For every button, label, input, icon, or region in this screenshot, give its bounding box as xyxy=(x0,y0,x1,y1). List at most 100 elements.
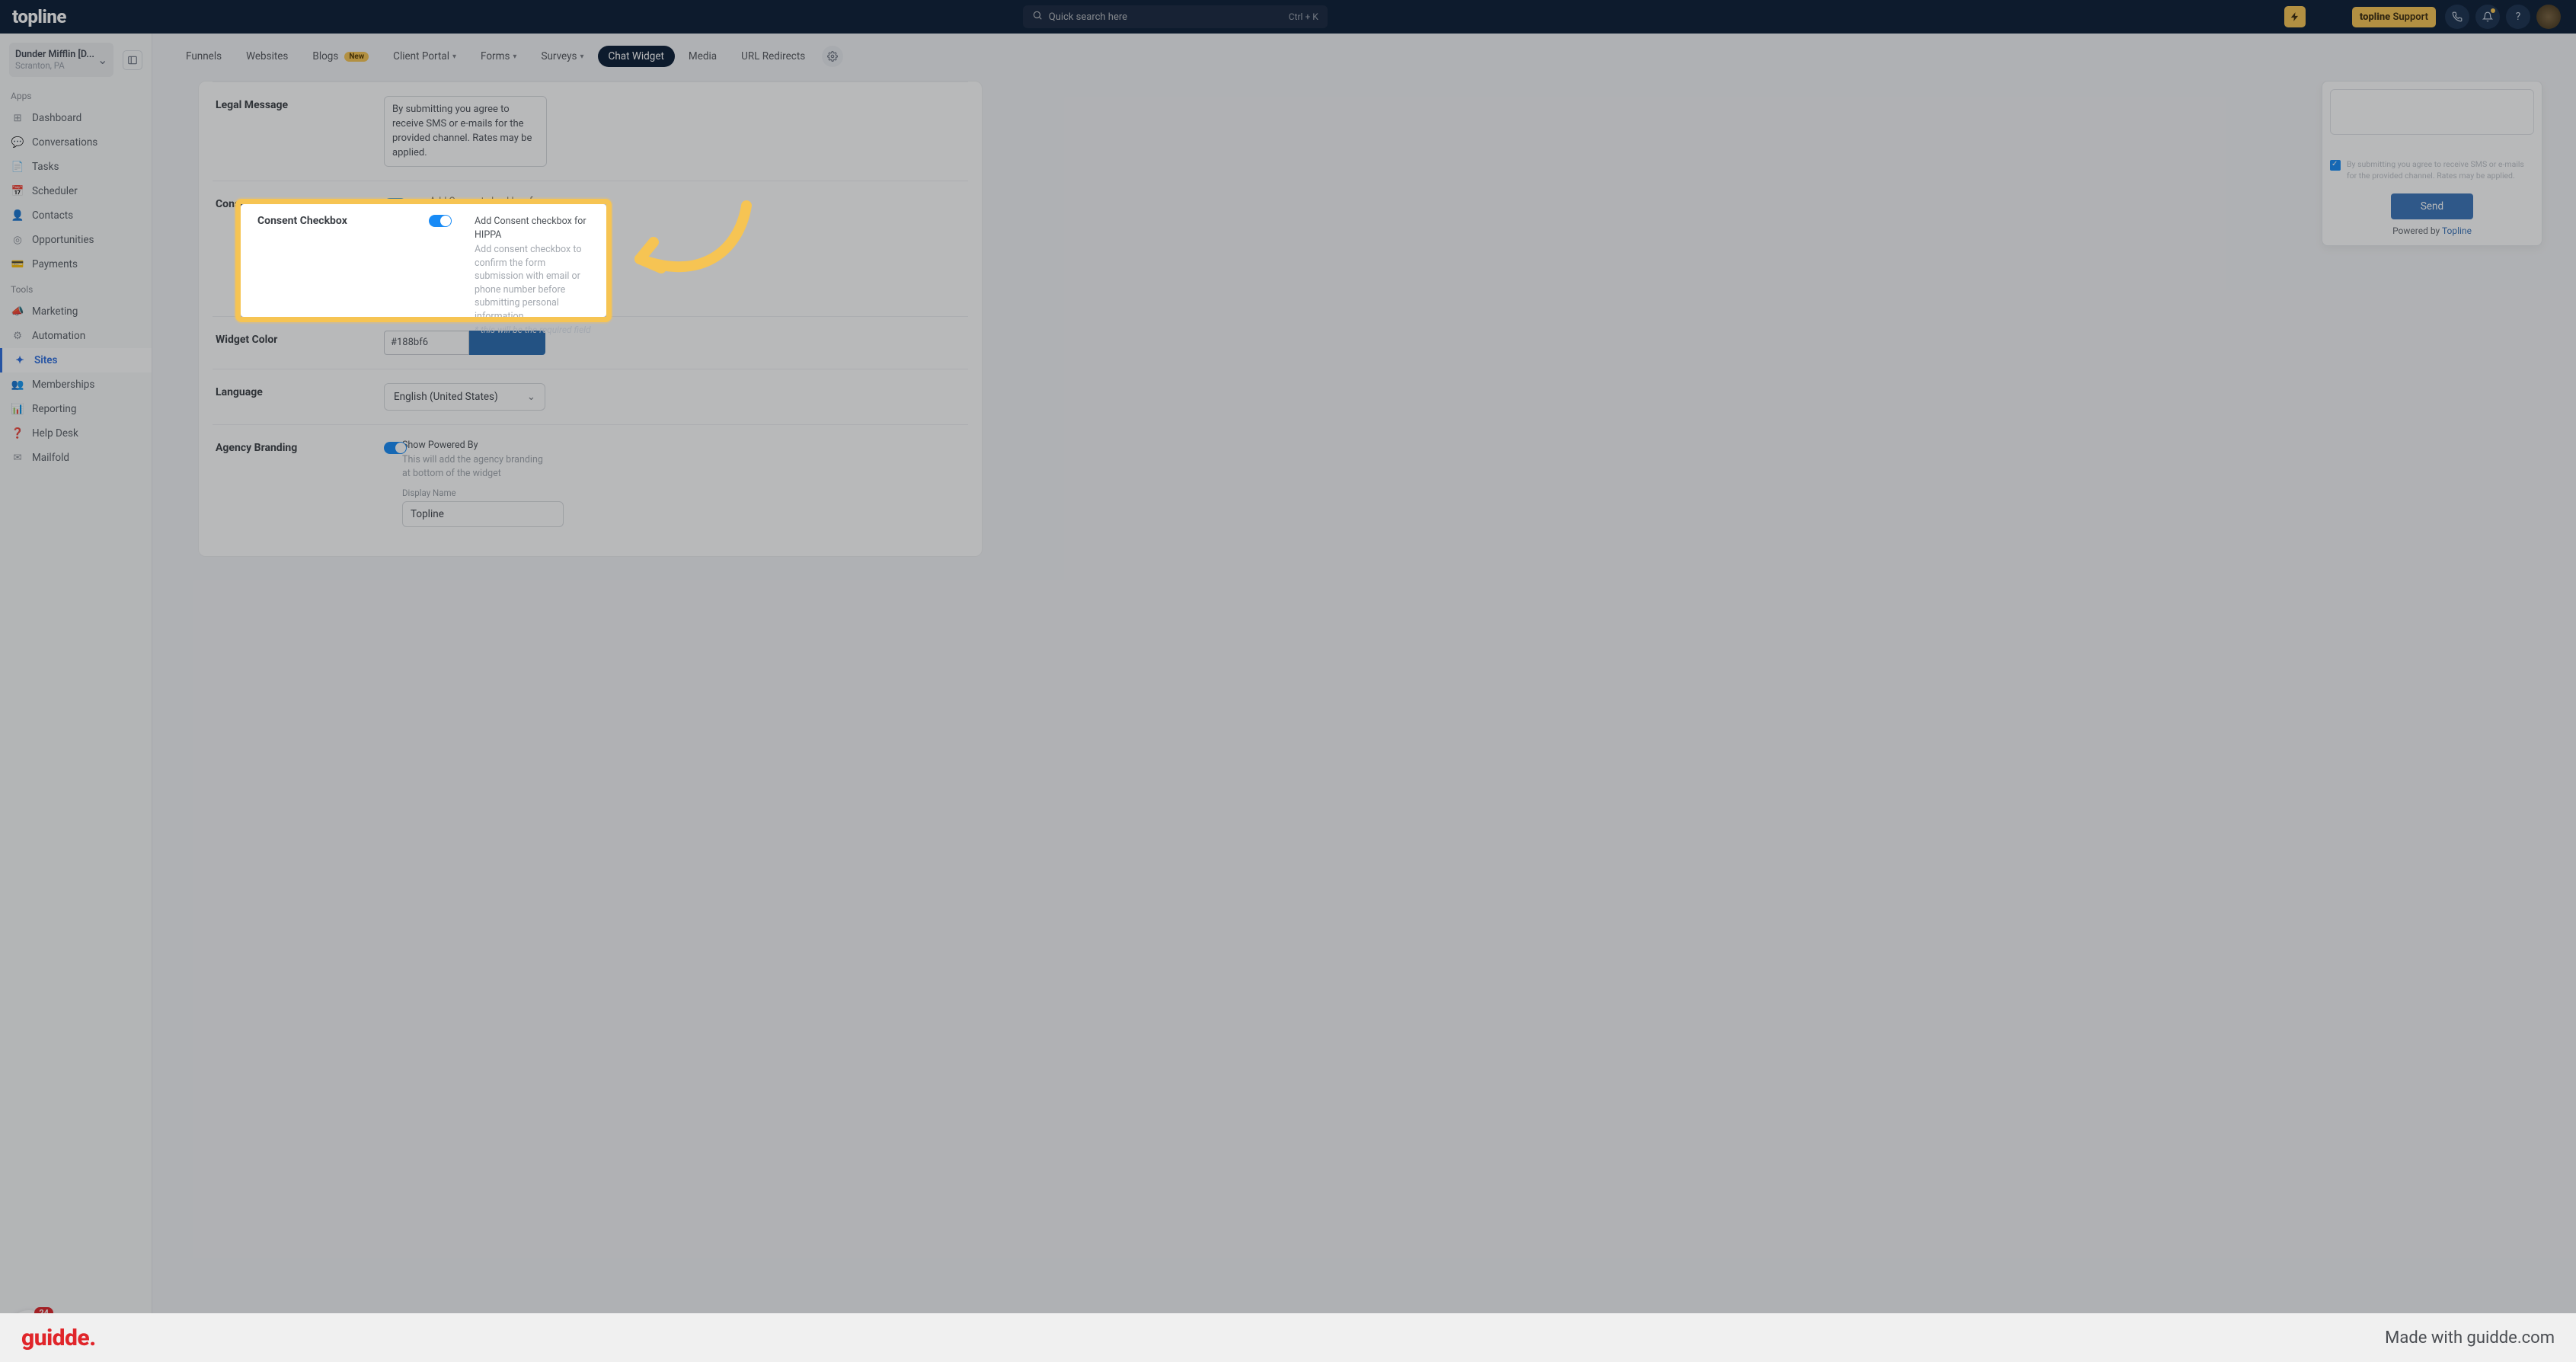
sidebar-item-payments[interactable]: 💳 Payments xyxy=(0,252,152,277)
row-language: Language English (United States) ⌄ xyxy=(213,369,968,425)
doc-icon: 📄 xyxy=(11,161,24,173)
chevron-down-icon: ⌄ xyxy=(97,53,107,67)
sidebar-item-label: Memberships xyxy=(32,379,94,391)
calendar-icon: 📅 xyxy=(11,185,24,197)
preview-consent-text: By submitting you agree to receive SMS o… xyxy=(2347,159,2534,181)
language-label: Language xyxy=(213,383,384,398)
display-name-input[interactable] xyxy=(402,501,564,527)
sidebar-item-label: Dashboard xyxy=(32,112,81,124)
sidebar-item-label: Sites xyxy=(34,354,58,366)
sidebar-item-dashboard[interactable]: ⊞ Dashboard xyxy=(0,106,152,130)
preview-send-button: Send xyxy=(2391,193,2473,219)
branding-desc-body: This will add the agency branding at bot… xyxy=(402,453,547,480)
sidebar-item-automation[interactable]: ⚙ Automation xyxy=(0,324,152,348)
megaphone-icon: 📣 xyxy=(11,305,24,318)
preview-consent-checkbox xyxy=(2330,160,2341,171)
avatar[interactable] xyxy=(2536,5,2561,29)
chat-widget-preview: By submitting you agree to receive SMS o… xyxy=(2280,81,2576,246)
sidebar-item-scheduler[interactable]: 📅 Scheduler xyxy=(0,179,152,203)
sidebar-item-label: Tasks xyxy=(32,161,59,173)
grid-icon: ⊞ xyxy=(11,112,24,124)
phone-icon[interactable] xyxy=(2445,5,2469,29)
chevron-down-icon: ▾ xyxy=(513,53,516,61)
mail-icon: ✉ xyxy=(11,452,24,464)
chat-icon: 💬 xyxy=(11,136,24,149)
location-sub: Scranton, PA xyxy=(15,60,94,71)
row-agency-branding: Agency Branding Show Powered By This wil… xyxy=(213,425,968,542)
tab-forms[interactable]: Forms▾ xyxy=(470,46,527,67)
guidde-logo: guidde. xyxy=(21,1325,96,1351)
consent-toggle-h[interactable] xyxy=(429,215,452,227)
sidebar-item-marketing[interactable]: 📣Marketing xyxy=(0,299,152,324)
sidebar-item-label: Reporting xyxy=(32,403,76,415)
section-tools: Tools xyxy=(0,277,152,299)
tab-funnels[interactable]: Funnels xyxy=(175,46,232,67)
page-tabs: Funnels Websites BlogsNew Client Portal▾… xyxy=(152,34,2576,75)
tab-surveys[interactable]: Surveys▾ xyxy=(530,46,594,67)
agency-branding-toggle[interactable] xyxy=(384,442,407,454)
sidebar-item-helpdesk[interactable]: ❓Help Desk xyxy=(0,421,152,446)
consent-label-h: Consent Checkbox xyxy=(257,215,429,309)
language-value: English (United States) xyxy=(394,391,498,403)
preview-consent-row: By submitting you agree to receive SMS o… xyxy=(2330,159,2534,181)
sidebar-item-label: Conversations xyxy=(32,136,97,149)
location-switcher[interactable]: Dunder Mifflin [D... Scranton, PA ⌄ xyxy=(9,43,113,77)
widget-color-label: Widget Color xyxy=(213,331,384,346)
display-name-label: Display Name xyxy=(402,488,547,498)
chevron-down-icon: ⌄ xyxy=(527,391,535,403)
global-search[interactable]: Quick search here Ctrl + K xyxy=(1023,5,1328,28)
tab-websites[interactable]: Websites xyxy=(235,46,299,67)
sidebar-collapse-button[interactable] xyxy=(123,50,142,70)
tab-media[interactable]: Media xyxy=(678,46,727,67)
gear-icon: ⚙ xyxy=(11,330,24,342)
search-icon xyxy=(1032,10,1043,24)
sidebar-item-label: Help Desk xyxy=(32,427,78,440)
sidebar-item-reporting[interactable]: 📊 Reporting xyxy=(0,397,152,421)
users-icon: 👥 xyxy=(11,379,24,391)
sidebar-item-label: Contacts xyxy=(32,209,73,222)
sidebar-item-opportunities[interactable]: ◎Opportunities xyxy=(0,228,152,252)
search-shortcut: Ctrl + K xyxy=(1289,11,1318,22)
branding-desc-title: Show Powered By xyxy=(402,439,547,452)
card-icon: 💳 xyxy=(11,258,24,270)
help-icon[interactable]: ? xyxy=(2506,5,2530,29)
widget-color-input[interactable] xyxy=(384,331,469,355)
chart-icon: 📊 xyxy=(11,403,24,415)
preview-message-box xyxy=(2330,89,2534,135)
notification-dot xyxy=(2491,8,2495,13)
sidebar-item-contacts[interactable]: 👤 Contacts xyxy=(0,203,152,228)
bolt-button[interactable] xyxy=(2284,6,2306,27)
location-name: Dunder Mifflin [D... xyxy=(15,49,94,60)
new-badge: New xyxy=(344,52,369,62)
sidebar-item-label: Payments xyxy=(32,258,78,270)
preview-brand-link: Topline xyxy=(2442,225,2472,236)
sidebar-item-tasks[interactable]: 📄 Tasks xyxy=(0,155,152,179)
consent-desc-body-h: Add consent checkbox to confirm the form… xyxy=(475,243,594,323)
legal-message-textarea[interactable]: By submitting you agree to receive SMS o… xyxy=(384,96,547,167)
tab-chat-widget[interactable]: Chat Widget xyxy=(598,46,675,67)
section-apps: Apps xyxy=(0,83,152,106)
sidebar-item-sites[interactable]: ✦Sites xyxy=(0,348,152,372)
search-placeholder: Quick search here xyxy=(1049,11,1127,23)
tab-url-redirects[interactable]: URL Redirects xyxy=(730,46,816,67)
consent-desc-title-h: Add Consent checkbox for HIPPA xyxy=(475,215,594,241)
user-icon: 👤 xyxy=(11,209,24,222)
target-icon: ◎ xyxy=(11,234,24,246)
top-bar: topline Quick search here Ctrl + K topli… xyxy=(0,0,2576,34)
support-button[interactable]: topline Support xyxy=(2352,7,2436,27)
chevron-down-icon: ▾ xyxy=(580,53,584,61)
legal-message-label: Legal Message xyxy=(213,96,384,111)
preview-powered-by: Powered by Topline xyxy=(2330,225,2534,236)
sidebar-item-conversations[interactable]: 💬 Conversations xyxy=(0,130,152,155)
sidebar-item-label: Scheduler xyxy=(32,185,78,197)
consent-desc-note-h: * this will be the required field xyxy=(475,325,594,335)
tab-blogs[interactable]: BlogsNew xyxy=(302,46,379,67)
sidebar-item-mailfold[interactable]: ✉Mailfold xyxy=(0,446,152,470)
app-logo: topline xyxy=(12,6,66,27)
sidebar-item-memberships[interactable]: 👥 Memberships xyxy=(0,372,152,397)
sidebar-item-label: Automation xyxy=(32,330,85,342)
language-select[interactable]: English (United States) ⌄ xyxy=(384,383,545,411)
tab-client-portal[interactable]: Client Portal▾ xyxy=(382,46,467,67)
bell-icon[interactable] xyxy=(2475,5,2500,29)
tab-settings-gear[interactable] xyxy=(822,46,843,67)
